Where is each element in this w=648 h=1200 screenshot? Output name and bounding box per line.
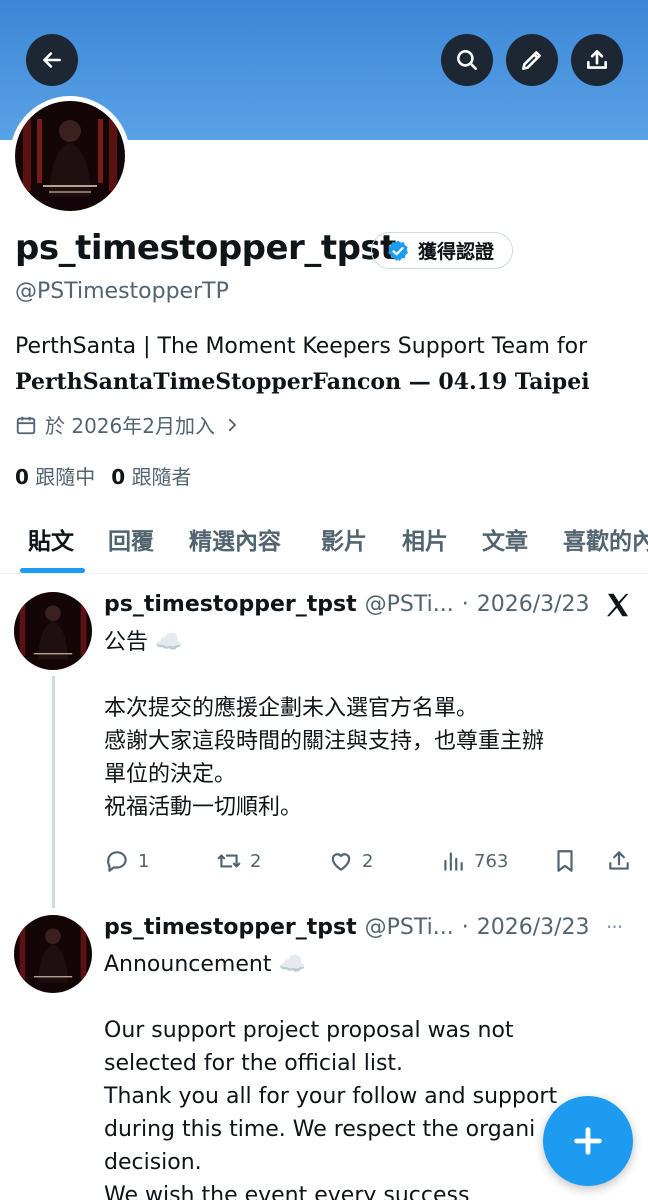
more-options-button[interactable]: ··· [606,915,623,939]
post-share-button[interactable] [606,848,632,874]
calendar-icon [16,416,36,434]
following-link[interactable]: 0 跟隨中 [15,461,95,490]
tab-videos[interactable]: 影片 [321,522,367,556]
post-avatar[interactable] [14,915,92,993]
post-author-handle[interactable]: @PSTi... [365,915,454,940]
share-button[interactable] [571,34,623,86]
post-text: Announcement ☁️ Our support project prop… [104,948,624,1200]
post-title: 公告 ☁️ [104,630,183,655]
verified-badge-button[interactable]: 獲得認證 [371,232,514,269]
post-header: ps_timestopper_tpst @PSTi... · 2026/3/23 [104,915,590,940]
followers-link[interactable]: 0 跟隨者 [111,461,191,490]
tab-photos[interactable]: 相片 [402,522,448,556]
chevron-right-icon [228,418,237,431]
back-button[interactable] [26,34,78,86]
joined-date[interactable]: 於 2026年2月加入 [15,410,241,439]
post-text: 公告 ☁️ 本次提交的應援企劃未入選官方名單。 感謝大家這段時間的關注與支持，也… [104,626,624,824]
reply-button[interactable]: 1 [104,848,149,874]
share-icon [609,851,629,870]
post-date[interactable]: 2026/3/23 [477,592,590,617]
post-line: Our support project proposal was not [104,1018,514,1043]
post-separator: · [461,592,469,617]
post-line: 單位的決定。 [104,762,237,787]
tab-replies[interactable]: 回覆 [108,522,154,556]
joined-text: 於 2026年2月加入 [45,414,215,438]
pencil-icon [522,51,541,70]
repost-count: 2 [250,850,262,872]
thread-line [52,676,55,908]
following-label: 跟隨中 [35,465,96,489]
reply-icon [107,851,127,872]
tab-highlights[interactable]: 精選內容 [189,522,281,556]
followers-count: 0 [111,465,126,489]
like-button[interactable]: 2 [328,848,373,874]
search-button[interactable] [441,34,493,86]
active-tab-indicator [20,568,85,573]
following-count: 0 [15,465,29,489]
post-line: Thank you all for your follow and suppor… [104,1084,558,1109]
post-line: 本次提交的應援企劃未入選官方名單。 [104,696,479,721]
bookmark-icon [557,850,573,872]
profile-avatar[interactable] [10,96,130,216]
post-actions: 1 2 2 763 [104,848,634,878]
profile-tabs: 貼文 回覆 精選內容 影片 相片 文章 喜歡的內容 [0,510,648,574]
tab-likes[interactable]: 喜歡的內容 [563,522,648,556]
back-arrow-icon [43,52,61,68]
plus-icon [574,1127,602,1155]
share-icon [587,50,607,69]
post-line: 感謝大家這段時間的關注與支持，也尊重主辦 [104,729,545,754]
post-line: selected for the official list. [104,1051,404,1076]
post-avatar[interactable] [14,592,92,670]
tab-articles[interactable]: 文章 [482,522,528,556]
post-line: 祝福活動一切順利。 [104,795,303,820]
post-title: Announcement ☁️ [104,952,306,977]
edit-button[interactable] [506,34,558,86]
x-logo-icon [607,593,629,617]
tab-posts[interactable]: 貼文 [28,522,74,556]
post-header: ps_timestopper_tpst @PSTi... · 2026/3/23 [104,592,590,617]
bio-line-2: PerthSantaTimeStopperFancon — 04.19 Taip… [15,369,590,395]
like-icon [331,853,351,871]
profile-name: ps_timestopper_tpst [15,228,396,268]
profile-handle: @PSTimestopperTP [15,279,229,304]
post-separator: · [461,915,469,940]
views-icon [444,852,463,871]
reply-count: 1 [138,850,150,872]
bookmark-button[interactable] [552,848,578,874]
followers-label: 跟隨者 [131,465,192,489]
like-count: 2 [362,850,374,872]
verified-badge-icon [388,240,408,261]
views-button[interactable]: 763 [440,848,508,874]
post-line: We wish the event every success [104,1183,470,1200]
compose-button[interactable] [543,1096,633,1186]
post-author-name[interactable]: ps_timestopper_tpst [104,915,357,940]
search-icon [457,50,477,70]
bio-line-1: PerthSanta | The Moment Keepers Support … [15,334,588,359]
post-date[interactable]: 2026/3/23 [477,915,590,940]
post-author-name[interactable]: ps_timestopper_tpst [104,592,357,617]
repost-button[interactable]: 2 [216,848,261,874]
repost-icon [217,854,241,868]
follow-stats: 0 跟隨中 0 跟隨者 [15,461,192,490]
post-author-handle[interactable]: @PSTi... [365,592,454,617]
verified-label: 獲得認證 [418,241,495,263]
view-count: 763 [474,850,509,872]
